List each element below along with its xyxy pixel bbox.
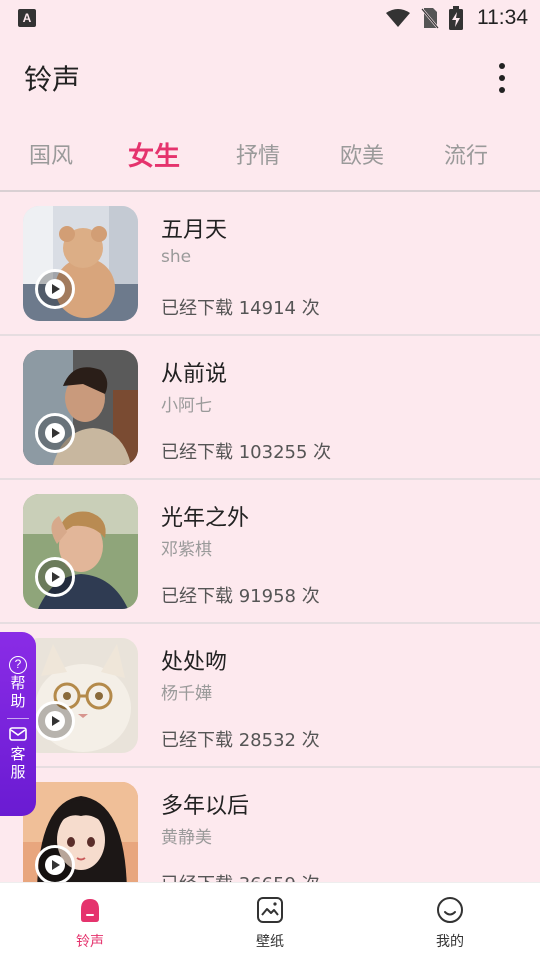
nav-wallpaper[interactable]: 壁纸 [180,883,360,960]
download-count: 已经下载 91958 次 [161,586,320,607]
download-count: 已经下载 28532 次 [161,730,320,751]
song-artist: 小阿七 [161,396,212,416]
question-icon: ? [9,656,27,674]
nav-label: 我的 [436,934,464,950]
ringtone-icon [81,899,99,922]
nav-ringtone[interactable]: 铃声 [0,883,180,960]
song-artist: 杨千嬅 [161,684,212,704]
song-artist: she [161,247,192,267]
song-thumbnail[interactable] [23,638,138,753]
app-bar: 铃声 [0,36,540,120]
help-label: 帮助 [10,674,26,710]
service-label: 客服 [10,745,26,781]
download-count: 已经下载 103255 次 [161,442,332,463]
wifi-icon [386,9,410,27]
tab-pop[interactable]: 流行 [414,128,518,188]
play-button[interactable] [35,701,75,741]
more-options-button[interactable] [488,58,516,98]
nav-label: 铃声 [76,934,104,950]
play-icon [52,572,60,582]
play-icon [52,284,60,294]
play-icon [52,716,60,726]
tab-female[interactable]: 女生 [102,128,206,188]
song-item[interactable]: 从前说 小阿七 已经下载 103255 次 [0,336,540,480]
accessibility-icon: A [18,9,36,27]
no-sim-icon [421,8,439,29]
song-thumbnail[interactable] [23,782,138,897]
song-title: 从前说 [161,362,228,387]
song-title: 处处吻 [161,650,228,675]
play-button[interactable] [35,845,75,885]
profile-icon [437,897,463,923]
man-profile-thumbnail [23,350,138,465]
song-title: 多年以后 [161,794,250,819]
play-button[interactable] [35,269,75,309]
tab-guofeng[interactable]: 国风 [0,128,102,188]
help-service-tab[interactable]: ? 帮助 客服 [0,632,36,816]
download-count: 已经下载 14914 次 [161,298,320,319]
category-tabs: 国风 女生 抒情 欧美 流行 [0,128,540,188]
more-dot-icon [499,87,505,93]
song-item[interactable]: 光年之外 邓紫棋 已经下载 91958 次 [0,480,540,624]
play-icon [52,428,60,438]
divider [7,718,29,719]
status-icons: 11:34 [385,6,528,30]
song-title: 光年之外 [161,506,250,531]
bottom-nav: 铃声 壁纸 我的 [0,882,540,960]
more-dot-icon [499,75,505,81]
song-list: 五月天 she 已经下载 14914 次 从前说 小阿七 已经下载 103255… [0,192,540,912]
mail-icon [9,727,27,741]
nav-label: 壁纸 [256,934,284,950]
song-artist: 邓紫棋 [161,540,212,560]
wallpaper-icon [257,897,283,923]
battery-charging-icon [449,6,463,30]
song-thumbnail[interactable] [23,350,138,465]
song-title: 五月天 [161,218,228,243]
play-button[interactable] [35,557,75,597]
play-button[interactable] [35,413,75,453]
cat-with-glasses-thumbnail [23,638,138,753]
song-artist: 黄静美 [161,828,212,848]
anime-girl-thumbnail [23,782,138,897]
tab-lyrical[interactable]: 抒情 [206,128,310,188]
nav-profile[interactable]: 我的 [360,883,540,960]
more-dot-icon [499,63,505,69]
status-bar: A 11:34 [0,0,540,36]
status-time: 11:34 [477,6,528,29]
tab-western[interactable]: 欧美 [310,128,414,188]
teddy-bear-thumbnail [23,206,138,321]
song-item[interactable]: 五月天 she 已经下载 14914 次 [0,192,540,336]
song-thumbnail[interactable] [23,206,138,321]
song-thumbnail[interactable] [23,494,138,609]
song-item[interactable]: 处处吻 杨千嬅 已经下载 28532 次 [0,624,540,768]
play-icon [52,860,60,870]
page-title: 铃声 [24,63,81,96]
young-man-thumbnail [23,494,138,609]
